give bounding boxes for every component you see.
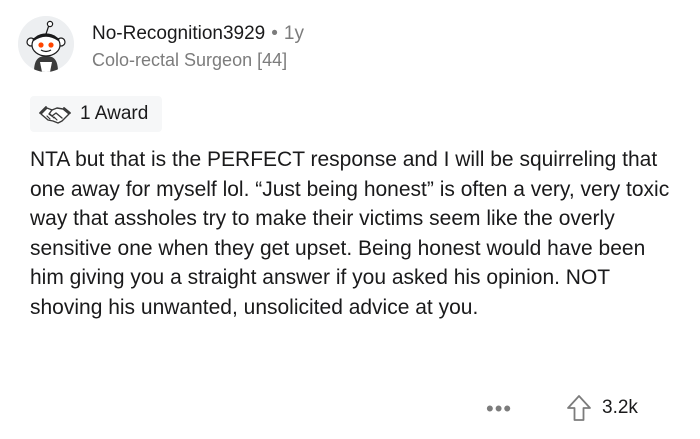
award-label: 1 Award — [80, 103, 149, 124]
comment: No-Recognition3929 • 1y Colo-rectal Surgeo… — [0, 0, 700, 439]
upvote-control[interactable]: 3.2k — [566, 394, 638, 422]
award-chip[interactable]: 1 Award — [30, 96, 163, 132]
comment-age: 1y — [283, 23, 304, 44]
author-row: No-Recognition3929 • 1y — [92, 22, 304, 46]
upvote-arrow-icon[interactable] — [566, 394, 592, 422]
comment-body: NTA but that is the PERFECT response and… — [30, 148, 670, 319]
handshake-award-icon — [39, 106, 71, 124]
more-options-icon[interactable]: ••• — [486, 394, 512, 424]
avatar[interactable] — [18, 16, 74, 72]
author-username[interactable]: No-Recognition3929 — [92, 23, 265, 44]
snoo-avatar-icon — [18, 16, 74, 72]
vote-count: 3.2k — [602, 397, 638, 418]
comment-header: No-Recognition3929 • 1y Colo-rectal Surgeo… — [92, 22, 304, 71]
meta-separator: • — [271, 23, 278, 44]
comment-footer: ••• 3.2k — [0, 392, 700, 432]
user-flair: Colo-rectal Surgeon [44] — [92, 50, 288, 70]
